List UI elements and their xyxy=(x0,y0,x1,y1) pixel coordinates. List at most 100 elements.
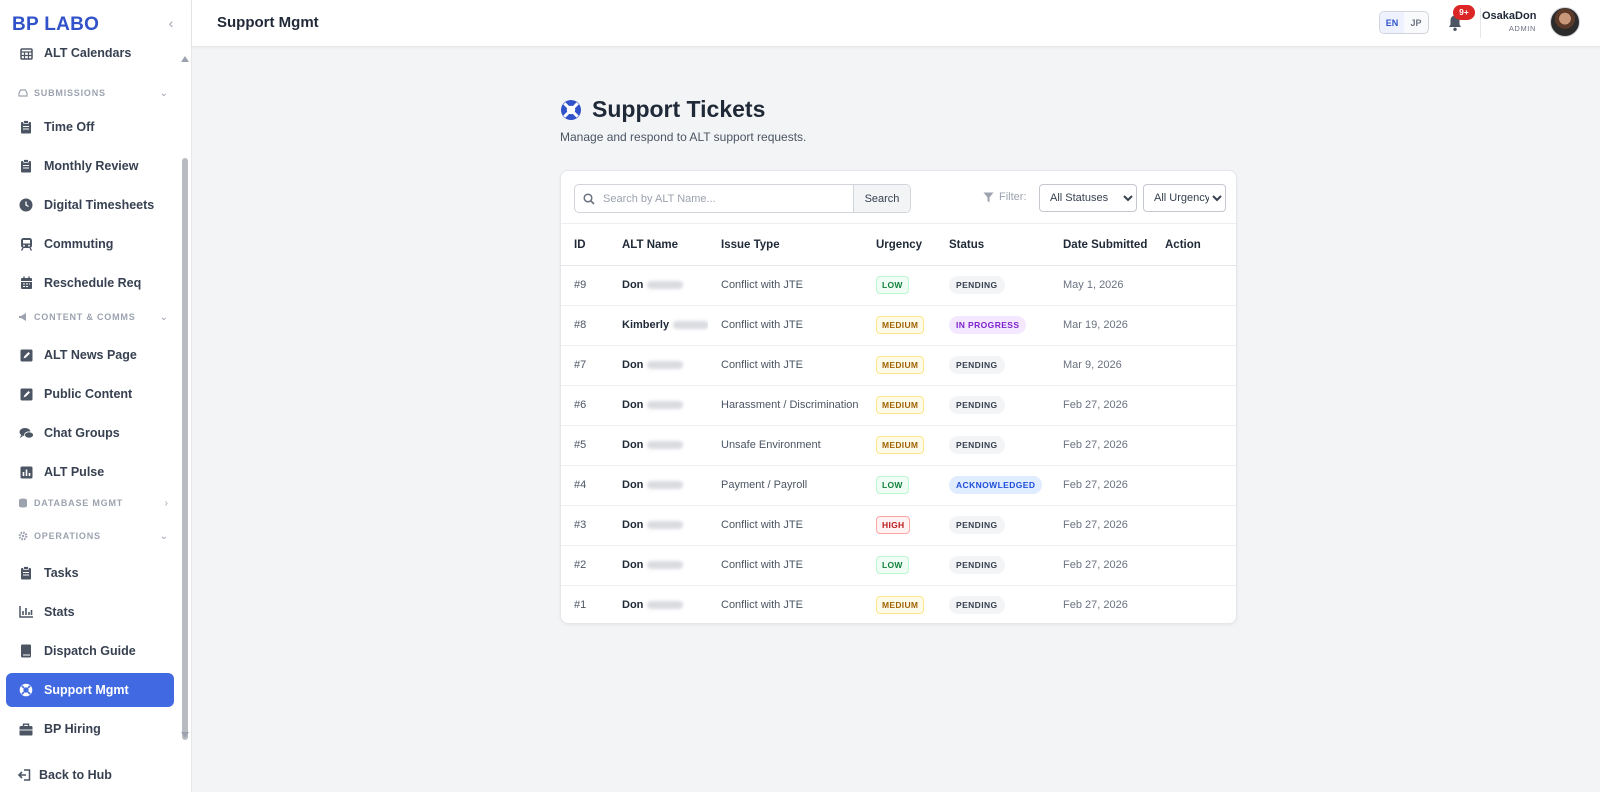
edit-square-icon xyxy=(18,347,34,363)
table-row[interactable]: #2 Don Conflict with JTE LOW PENDING Feb 27, … xyxy=(561,545,1236,586)
sidebar-item-label: Tasks xyxy=(44,566,79,580)
sidebar-item-time-off[interactable]: Time Off xyxy=(6,110,174,144)
section-content-comms[interactable]: CONTENT & COMMS ⌄ xyxy=(18,308,168,326)
alt-name-cell: Kimberly xyxy=(609,305,708,346)
sidebar-item-alt-news-page[interactable]: ALT News Page xyxy=(6,338,174,372)
clipboard-icon xyxy=(18,158,34,174)
search-button[interactable]: Search xyxy=(853,185,910,212)
section-database-mgmt[interactable]: DATABASE MGMT › xyxy=(18,494,168,512)
urgency-cell: MEDIUM xyxy=(863,425,936,466)
action-cell[interactable] xyxy=(1152,425,1236,466)
redacted-surname xyxy=(647,361,684,370)
table-row[interactable]: #8 Kimberly Conflict with JTE MEDIUM IN PROG… xyxy=(561,305,1236,346)
user-info[interactable]: OsakaDon ADMIN xyxy=(1482,10,1536,33)
status-badge: ACKNOWLEDGED xyxy=(949,476,1043,494)
section-operations[interactable]: OPERATIONS ⌄ xyxy=(18,527,168,545)
col-header-issue-type: Issue Type xyxy=(708,225,863,266)
issue-type: Payment / Payroll xyxy=(708,465,863,506)
user-role: ADMIN xyxy=(1508,24,1536,33)
briefcase-icon xyxy=(18,721,34,737)
filter-label: Filter: xyxy=(983,191,1027,203)
lang-en-button[interactable]: EN xyxy=(1380,12,1404,33)
sidebar-item-dispatch-guide[interactable]: Dispatch Guide xyxy=(6,634,174,668)
sidebar-item-stats[interactable]: Stats xyxy=(6,595,174,629)
status-filter-select[interactable]: All Statuses xyxy=(1039,184,1137,212)
page-title: Support Tickets xyxy=(560,96,765,123)
clock-icon xyxy=(18,197,34,213)
issue-type: Conflict with JTE xyxy=(721,599,803,612)
issue-type: Conflict with JTE xyxy=(708,545,863,586)
book-icon xyxy=(18,643,34,659)
sidebar-item-alt-pulse[interactable]: ALT Pulse xyxy=(6,455,174,489)
alt-name: Don xyxy=(622,479,644,491)
table-row[interactable]: #7 Don Conflict with JTE MEDIUM PENDING Mar 9… xyxy=(561,345,1236,386)
sidebar-item-tasks[interactable]: Tasks xyxy=(6,556,174,590)
urgency-filter-select[interactable]: All Urgency xyxy=(1143,184,1226,212)
table-row[interactable]: #6 Don Harassment / Discrimination MEDIUM PE… xyxy=(561,385,1236,426)
calendar-icon xyxy=(18,275,34,291)
table-row[interactable]: #5 Don Unsafe Environment MEDIUM PENDING Feb … xyxy=(561,425,1236,466)
alt-name-cell: Don xyxy=(609,545,708,586)
status-badge: IN PROGRESS xyxy=(949,316,1027,334)
search-input[interactable] xyxy=(603,185,853,212)
sidebar-nav[interactable]: ALT Calendars SUBMISSIONS ⌄ Time Off Mon… xyxy=(0,48,180,748)
scroll-down-arrow-icon[interactable] xyxy=(181,732,189,738)
edit-square-icon xyxy=(18,386,34,402)
sidebar-item-label: ALT Calendars xyxy=(44,48,132,60)
sidebar-item-reschedule-req[interactable]: Reschedule Req xyxy=(6,266,174,300)
sidebar-scrollbar[interactable] xyxy=(181,54,189,744)
collapse-sidebar-icon[interactable]: ‹ xyxy=(164,16,178,30)
action-cell[interactable] xyxy=(1152,265,1236,306)
sidebar-item-support-mgmt[interactable]: Support Mgmt xyxy=(6,673,174,707)
alt-name: Don xyxy=(622,359,644,371)
megaphone-icon xyxy=(18,312,28,322)
sidebar-item-monthly-review[interactable]: Monthly Review xyxy=(6,149,174,183)
action-cell[interactable] xyxy=(1152,505,1236,546)
scroll-up-arrow-icon[interactable] xyxy=(181,56,189,62)
sidebar-item-bp-hiring[interactable]: BP Hiring xyxy=(6,712,174,746)
sidebar-item-public-content[interactable]: Public Content xyxy=(6,377,174,411)
alt-name-cell: Don xyxy=(609,345,708,386)
status-cell: ACKNOWLEDGED xyxy=(936,465,1050,506)
sidebar-item-digital-timesheets[interactable]: Digital Timesheets xyxy=(6,188,174,222)
status-cell: PENDING xyxy=(936,345,1050,386)
search-box: Search xyxy=(574,184,911,213)
sidebar-item-alt-calendars[interactable]: ALT Calendars xyxy=(6,48,174,70)
sidebar-item-label: ALT Pulse xyxy=(44,465,105,479)
tickets-card: Search Filter: All Statuses All Urgency … xyxy=(560,170,1237,624)
alt-name-cell: Don xyxy=(609,385,708,426)
action-cell[interactable] xyxy=(1152,545,1236,586)
status-badge: PENDING xyxy=(949,516,1005,534)
action-cell[interactable] xyxy=(1152,585,1236,623)
alt-name-cell: Don xyxy=(609,265,708,306)
action-cell[interactable] xyxy=(1152,305,1236,346)
action-cell[interactable] xyxy=(1152,465,1236,506)
sidebar-item-chat-groups[interactable]: Chat Groups xyxy=(6,416,174,450)
avatar[interactable] xyxy=(1550,7,1580,37)
table-row[interactable]: #1 Don Conflict with JTE MEDIUM PENDING Feb 2… xyxy=(561,585,1236,623)
ticket-id: #3 xyxy=(561,505,609,546)
back-to-hub-link[interactable]: Back to Hub xyxy=(18,768,112,782)
table-row[interactable]: #9 Don Conflict with JTE LOW PENDING May 1, 2… xyxy=(561,265,1236,306)
database-icon xyxy=(18,498,28,508)
section-submissions[interactable]: SUBMISSIONS ⌄ xyxy=(18,84,168,102)
brand-logo[interactable]: BP LABO xyxy=(12,14,99,36)
urgency-cell: LOW xyxy=(863,465,936,506)
redacted-surname xyxy=(647,521,684,530)
table-row[interactable]: #3 Don Conflict with JTE HIGH PENDING Feb 27,… xyxy=(561,505,1236,546)
bar-chart-icon xyxy=(18,604,34,620)
alt-name: Don xyxy=(622,439,644,451)
sidebar-item-label: Time Off xyxy=(44,120,95,134)
action-cell[interactable] xyxy=(1152,385,1236,426)
scrollbar-thumb[interactable] xyxy=(182,158,188,740)
urgency-cell: MEDIUM xyxy=(863,385,936,426)
sidebar-item-commuting[interactable]: Commuting xyxy=(6,227,174,261)
action-cell[interactable] xyxy=(1152,345,1236,386)
ticket-id: #5 xyxy=(561,425,609,466)
alt-name: Don xyxy=(622,599,644,612)
lang-jp-button[interactable]: JP xyxy=(1404,12,1428,33)
language-toggle[interactable]: EN JP xyxy=(1379,11,1429,34)
urgency-cell: MEDIUM xyxy=(863,345,936,386)
bar-chart-square-icon xyxy=(18,464,34,480)
table-row[interactable]: #4 Don Payment / Payroll LOW ACKNOWLEDGED Feb… xyxy=(561,465,1236,506)
